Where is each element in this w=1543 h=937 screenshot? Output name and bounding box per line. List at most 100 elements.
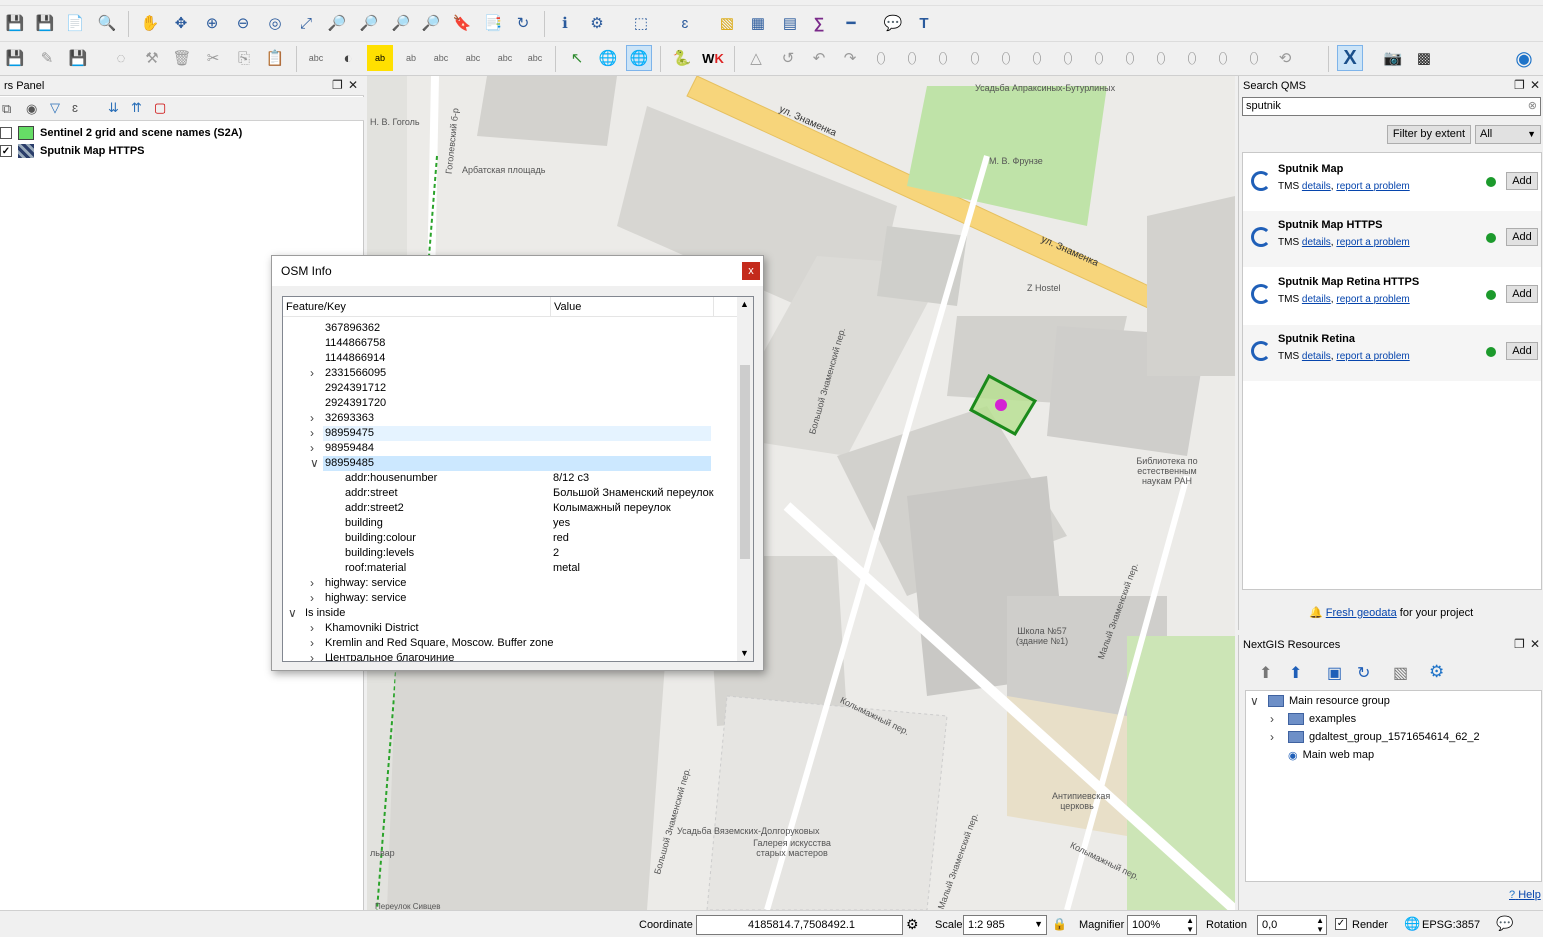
chevron-right-icon[interactable]: › xyxy=(310,636,314,650)
change-label-icon[interactable]: abc xyxy=(522,45,548,71)
scroll-down-icon[interactable]: ▼ xyxy=(740,648,749,658)
float-panel-icon[interactable]: ❐ xyxy=(1514,637,1525,651)
tree-row[interactable]: 367896362 xyxy=(283,321,739,336)
scroll-thumb[interactable] xyxy=(740,365,750,559)
vertical-scrollbar[interactable]: ▲ ▼ xyxy=(737,297,753,661)
pin-label-icon[interactable]: ab xyxy=(398,45,424,71)
zoom-selection-button[interactable]: 🔎 xyxy=(324,10,350,36)
resource-row[interactable]: › gdaltest_group_1571654614_62_2 xyxy=(1270,728,1480,746)
globe-icon[interactable]: 🌐 xyxy=(595,45,621,71)
coordinate-field[interactable]: 4185814.7,7508492.1 xyxy=(696,915,903,935)
tree-row[interactable]: › Khamovniki District xyxy=(283,621,739,636)
report-problem-link[interactable]: report a problem xyxy=(1336,237,1409,248)
tree-row[interactable]: 2924391720 xyxy=(283,396,739,411)
camera-icon[interactable]: 📷 xyxy=(1380,45,1406,71)
report-problem-link[interactable]: report a problem xyxy=(1336,294,1409,305)
tree-row[interactable]: › Kremlin and Red Square, Moscow. Buffer … xyxy=(283,636,739,651)
tree-row[interactable]: › 98959484 xyxy=(283,441,739,456)
action-icon[interactable]: ⚙ xyxy=(584,10,610,36)
add-group-icon[interactable]: ◉ xyxy=(26,101,37,117)
spin-arrows-icon[interactable]: ▲ ▼ xyxy=(1186,916,1194,934)
label-toolbar-icon[interactable]: abc xyxy=(303,45,329,71)
cut-icon[interactable]: ✂ xyxy=(200,45,226,71)
chevron-right-icon[interactable]: › xyxy=(310,441,314,455)
merge-attributes-icon[interactable]: ⬯ xyxy=(1241,45,1267,71)
chevron-right-icon[interactable]: › xyxy=(310,576,314,590)
deselect-button[interactable]: ▧ xyxy=(714,10,740,36)
sum-icon[interactable]: ∑ xyxy=(806,10,832,36)
layer-row-sputnik[interactable]: ✓ Sputnik Map HTTPS xyxy=(0,142,145,160)
remove-layer-icon[interactable]: ▢ xyxy=(154,100,166,116)
toggle-editing-button[interactable]: ✎ xyxy=(34,45,60,71)
crs-globe-icon[interactable]: 🌐 xyxy=(1404,916,1420,932)
chevron-right-icon[interactable]: › xyxy=(310,651,314,661)
simplify-icon[interactable]: ⬯ xyxy=(930,45,956,71)
filter-icon[interactable]: ▽ xyxy=(50,100,60,116)
rotate-symbols-icon[interactable]: ⟲ xyxy=(1272,45,1298,71)
tree-row[interactable]: 2924391712 xyxy=(283,381,739,396)
column-header-key[interactable]: Feature/Key xyxy=(286,301,346,313)
zoom-native-button[interactable]: ◎ xyxy=(262,10,288,36)
new-print-layout-button[interactable]: 📄 xyxy=(62,10,88,36)
close-panel-icon[interactable]: ✕ xyxy=(1530,637,1540,651)
wkt-icon[interactable]: WK xyxy=(700,45,726,71)
chevron-right-icon[interactable]: › xyxy=(310,621,314,635)
tree-row[interactable]: › highway: service xyxy=(283,576,739,591)
bookmark-new-button[interactable]: 🔖 xyxy=(449,10,475,36)
statistics-button[interactable]: ▤ xyxy=(777,10,803,36)
rotate-label-icon[interactable]: abc xyxy=(492,45,518,71)
float-panel-icon[interactable]: ❐ xyxy=(332,78,343,92)
save-as-button[interactable]: 💾 xyxy=(32,10,58,36)
advanced-digitize-icon[interactable]: ⬯ xyxy=(868,45,894,71)
scroll-up-icon[interactable]: ▲ xyxy=(740,299,749,309)
import-layer-icon[interactable]: ⬆ xyxy=(1259,663,1272,683)
split-features-icon[interactable]: ⬯ xyxy=(1148,45,1174,71)
qms-result-item[interactable]: Sputnik Map TMS details, report a problem… xyxy=(1243,155,1541,211)
scale-select[interactable]: 1:2 985 ▼ xyxy=(963,915,1047,935)
fresh-geodata-link[interactable]: Fresh geodata xyxy=(1326,607,1397,619)
layer-row-sentinel[interactable]: Sentinel 2 grid and scene names (S2A) xyxy=(0,124,242,142)
new-group-icon[interactable]: ▣ xyxy=(1327,663,1342,683)
qms-result-item[interactable]: Sputnik Map HTTPS TMS details, report a p… xyxy=(1243,211,1541,267)
filter-select[interactable]: All ▼ xyxy=(1475,125,1541,144)
chevron-right-icon[interactable]: › xyxy=(310,591,314,605)
chevron-down-icon[interactable]: ∨ xyxy=(310,456,319,470)
clear-search-icon[interactable]: ⊗ xyxy=(1528,98,1537,115)
save-project-button[interactable]: 💾 xyxy=(2,10,28,36)
fill-ring-icon[interactable]: ⬯ xyxy=(1024,45,1050,71)
pan-to-selection-button[interactable]: ✥ xyxy=(168,10,194,36)
filter-expression-icon[interactable]: ɛ xyxy=(72,100,78,115)
refresh-icon[interactable]: ↻ xyxy=(510,10,536,36)
layer-checkbox[interactable] xyxy=(0,127,12,139)
chevron-down-icon[interactable]: ∨ xyxy=(288,606,297,620)
add-button[interactable]: Add xyxy=(1506,172,1538,190)
zoom-full-button[interactable]: ⤢ xyxy=(293,10,319,36)
zoom-in-button[interactable]: ⊕ xyxy=(199,10,225,36)
zoom-out-button[interactable]: ⊖ xyxy=(230,10,256,36)
tree-row[interactable]: › 98959475 xyxy=(283,426,739,441)
details-link[interactable]: details xyxy=(1302,351,1331,362)
resource-row[interactable]: ∨ Main resource group xyxy=(1250,692,1390,710)
details-link[interactable]: details xyxy=(1302,181,1331,192)
zoom-next-button[interactable]: 🔎 xyxy=(418,10,444,36)
label-style-icon[interactable]: ◐ xyxy=(335,45,361,71)
add-ring-icon[interactable]: ⬯ xyxy=(962,45,988,71)
identify-icon[interactable]: ℹ xyxy=(552,10,578,36)
save-edits-button[interactable]: 💾 xyxy=(65,45,91,71)
details-link[interactable]: details xyxy=(1302,237,1331,248)
import-all-icon[interactable]: ⬆ xyxy=(1289,663,1302,683)
osm-info-tree[interactable]: Feature/Key Value 367896362 1144866758 114… xyxy=(282,296,754,662)
add-button[interactable]: Add xyxy=(1506,228,1538,246)
digitize-icon[interactable]: △ xyxy=(743,45,769,71)
delete-icon[interactable]: 🗑 xyxy=(169,45,195,71)
refresh-icon[interactable]: ↻ xyxy=(1357,663,1370,683)
reshape-icon[interactable]: ⬯ xyxy=(1117,45,1143,71)
add-part-icon[interactable]: ⬯ xyxy=(993,45,1019,71)
tree-row[interactable]: › highway: service xyxy=(283,591,739,606)
pan-hand-icon[interactable]: ✋ xyxy=(137,10,163,36)
tree-row[interactable]: 1144866758 xyxy=(283,336,739,351)
tree-row[interactable]: › 32693363 xyxy=(283,411,739,426)
select-features-button[interactable]: ⬚ xyxy=(628,10,654,36)
chevron-down-icon[interactable]: ∨ xyxy=(1250,694,1268,708)
render-checkbox[interactable]: ✓ xyxy=(1335,918,1347,930)
